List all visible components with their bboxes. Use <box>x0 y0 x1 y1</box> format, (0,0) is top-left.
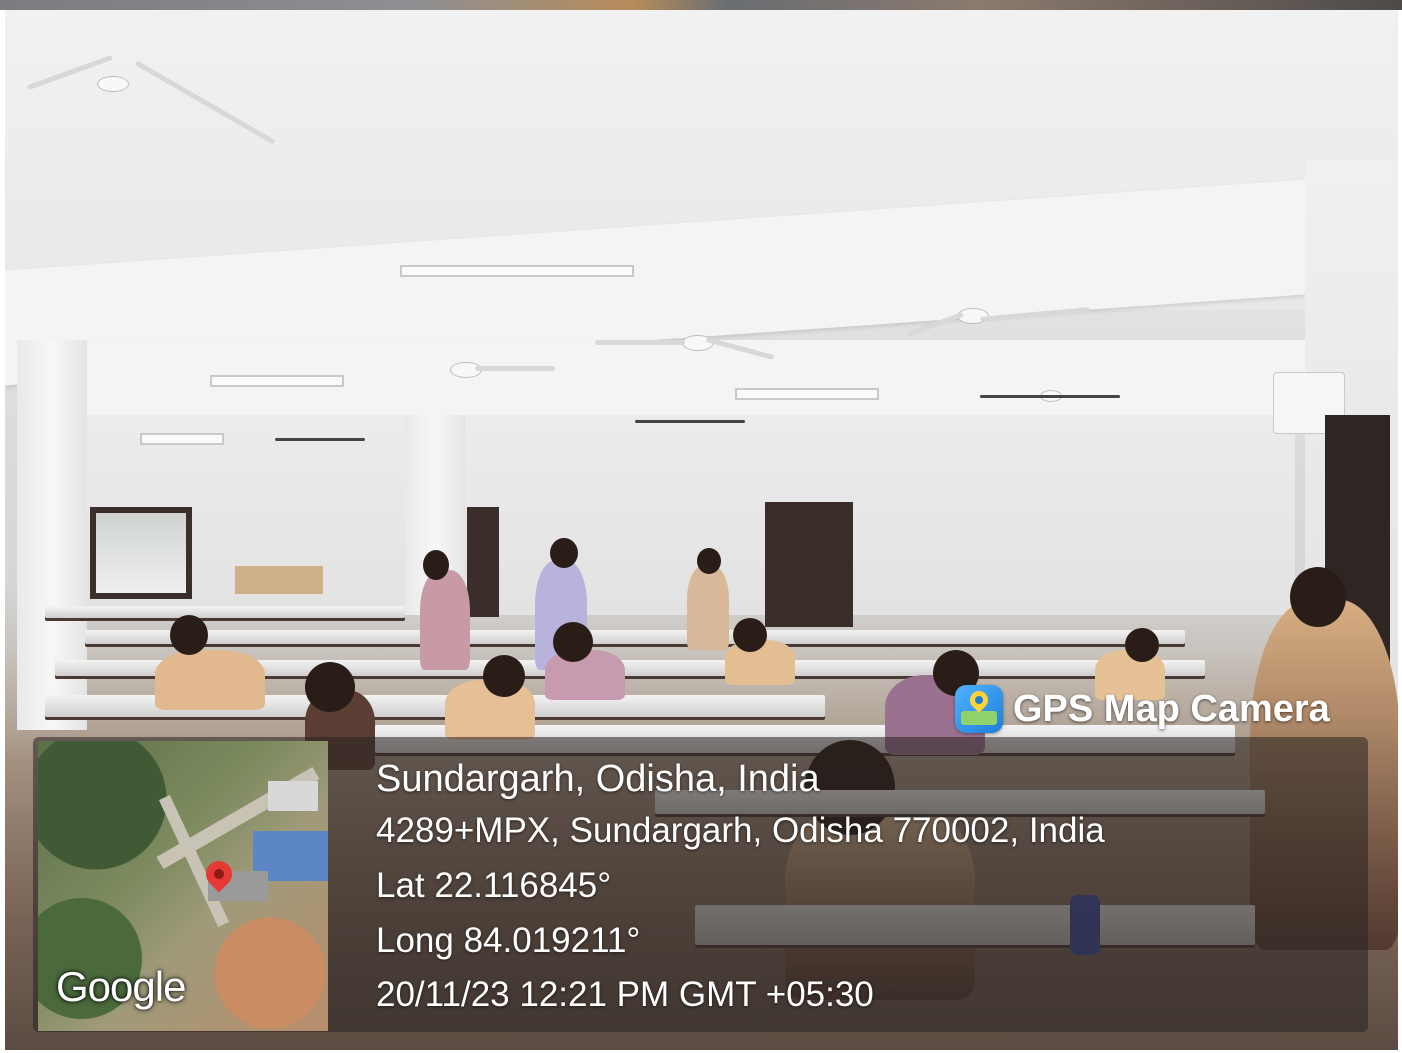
gps-map-camera-icon <box>955 685 1003 733</box>
head <box>170 615 208 655</box>
address-line: 4289+MPX, Sundargarh, Odisha 770002, Ind… <box>376 811 1105 850</box>
desk-row <box>45 606 405 618</box>
head <box>423 550 449 580</box>
location-map-thumbnail: Google <box>38 741 328 1031</box>
gps-map-camera-brand: GPS Map Camera <box>955 683 1330 735</box>
latitude-line: Lat 22.116845° <box>376 866 612 905</box>
google-logo: Google <box>56 963 186 1010</box>
location-title: Sundargarh, Odisha, India <box>376 758 820 800</box>
head <box>697 548 721 574</box>
ceiling-fan <box>97 76 129 92</box>
head <box>1125 628 1159 662</box>
map-building <box>268 781 318 811</box>
desk-row <box>85 630 1185 644</box>
tube-light <box>210 375 344 387</box>
fan-blade <box>475 366 555 371</box>
head <box>483 655 525 697</box>
student-seated <box>155 650 265 710</box>
door <box>765 502 853 627</box>
fan-blade <box>595 340 685 345</box>
fan-blade <box>635 420 745 423</box>
tube-light <box>735 388 879 400</box>
head <box>553 622 593 662</box>
student-standing <box>687 565 729 650</box>
tube-light <box>140 433 224 445</box>
student-standing <box>420 570 470 670</box>
head <box>1290 567 1346 627</box>
head <box>305 662 355 712</box>
brand-title: GPS Map Camera <box>1013 687 1330 730</box>
datetime-line: 20/11/23 12:21 PM GMT +05:30 <box>376 975 874 1014</box>
fan-blade <box>275 438 365 441</box>
fan-blade <box>980 395 1120 398</box>
head <box>733 618 767 652</box>
tube-light <box>400 265 634 277</box>
head <box>550 538 578 568</box>
cardboard-box <box>235 566 323 594</box>
door <box>467 507 499 617</box>
longitude-line: Long 84.019211° <box>376 921 641 960</box>
previous-photo-strip <box>0 0 1402 10</box>
window <box>90 507 192 599</box>
